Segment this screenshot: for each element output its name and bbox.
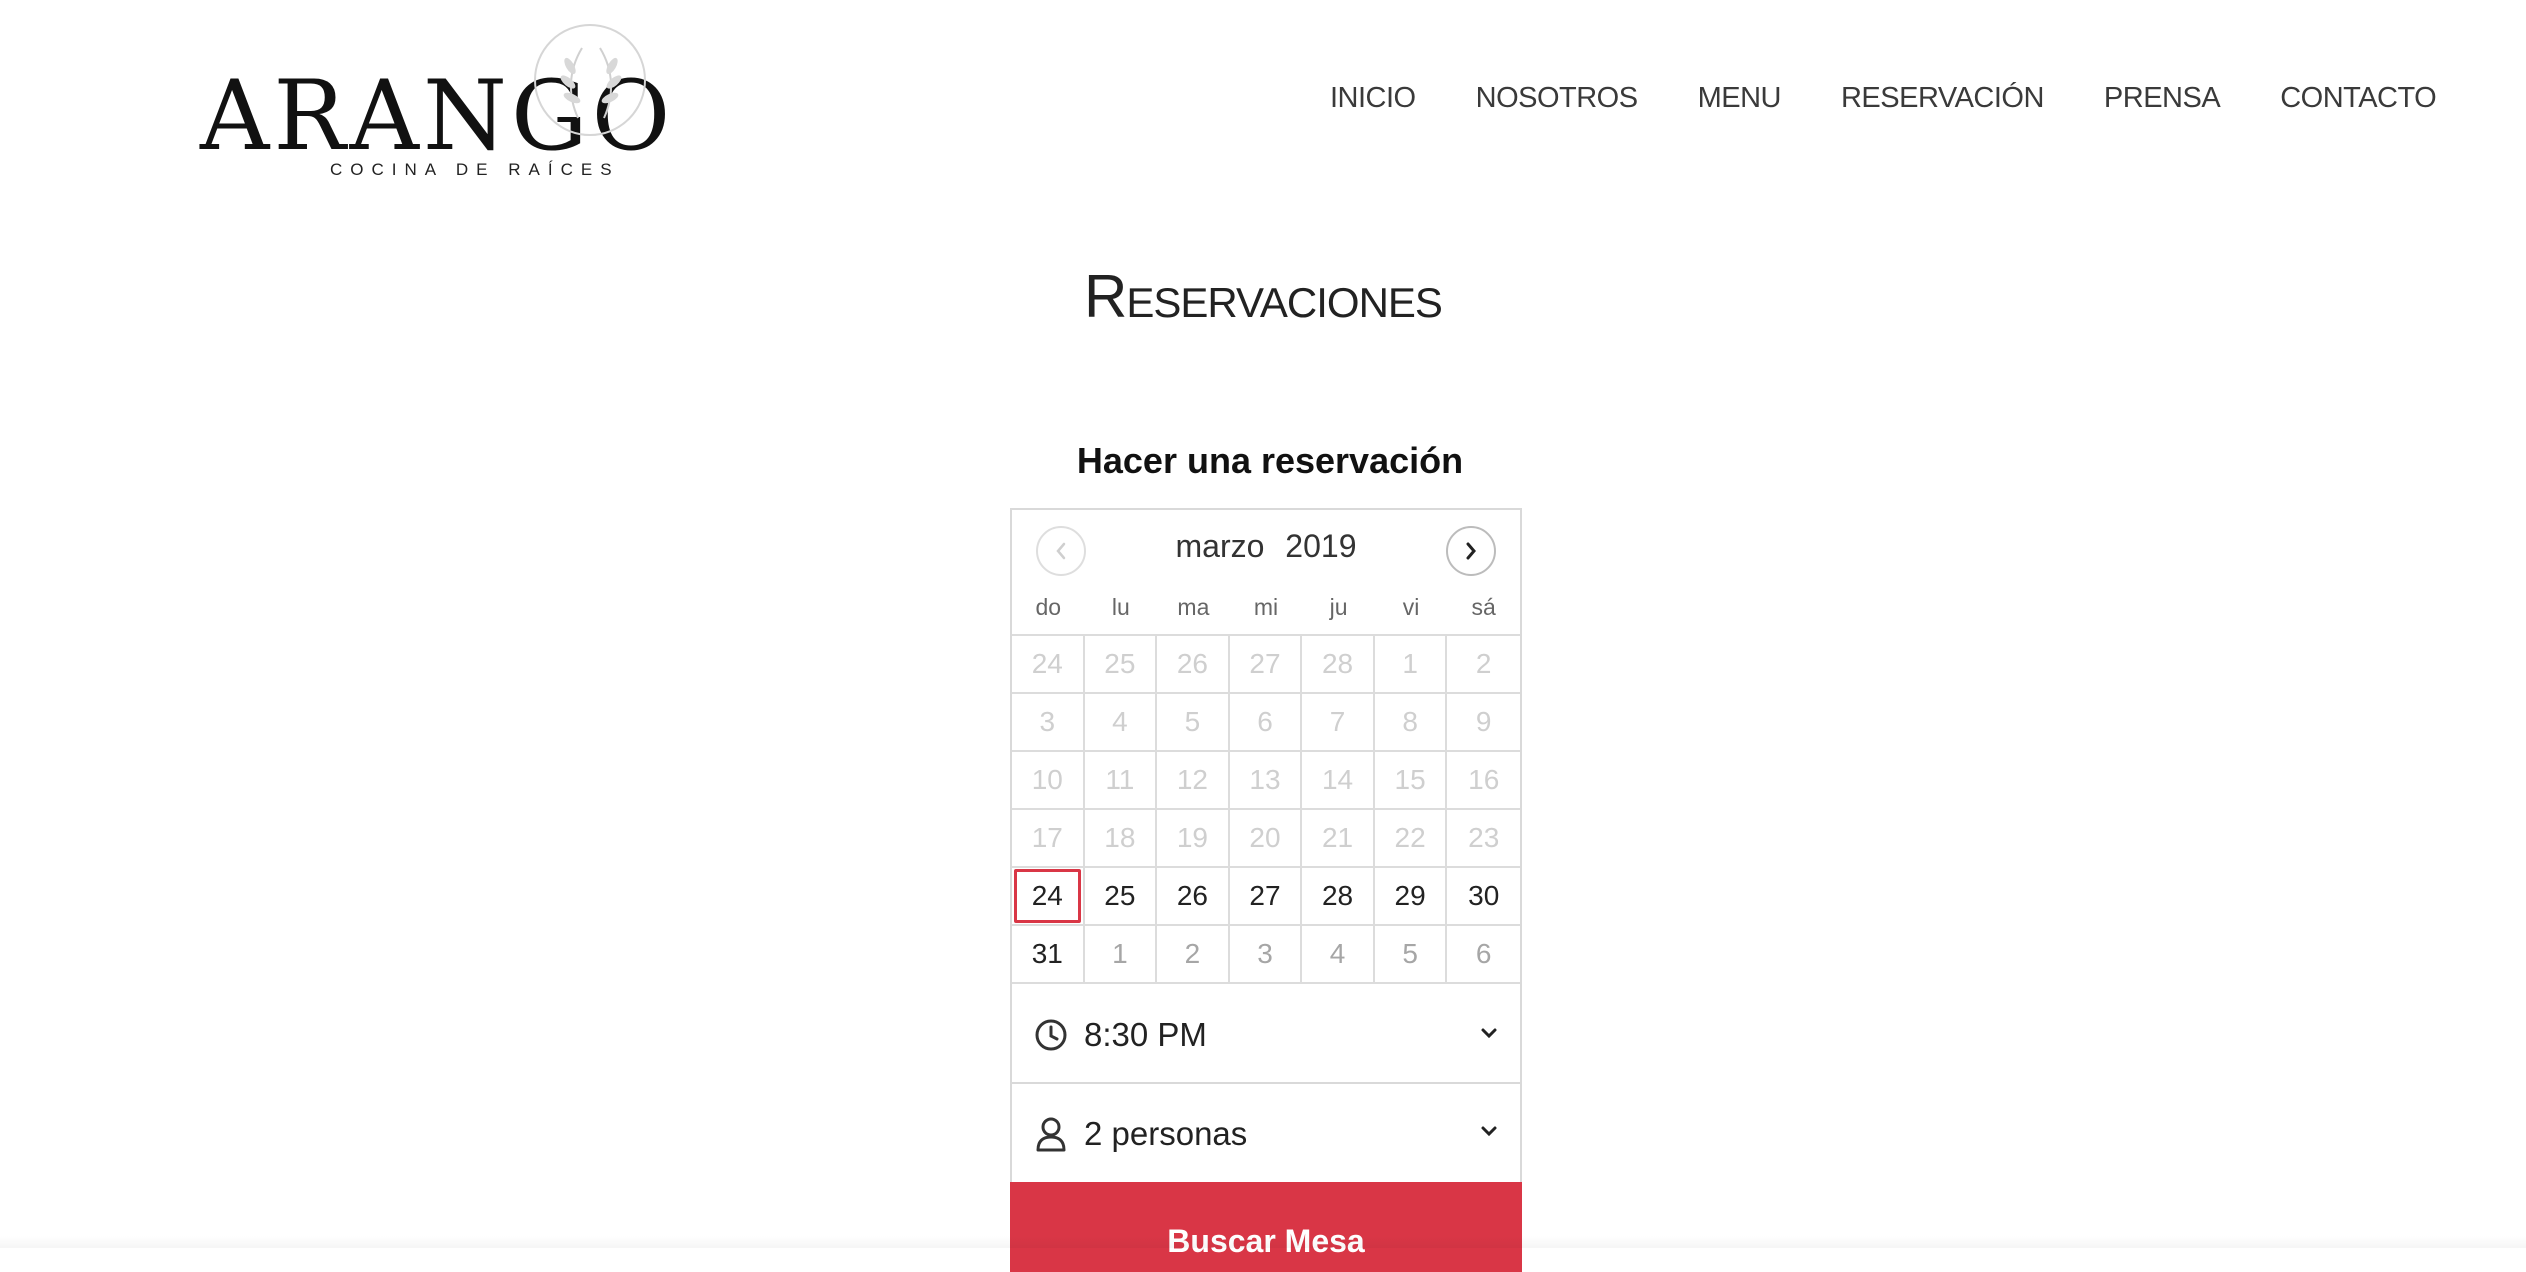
weekday-label: do: [1035, 594, 1062, 620]
calendar-day-disabled: 21: [1302, 810, 1375, 868]
calendar-day-disabled: 5: [1157, 694, 1230, 752]
calendar-day-disabled: 17: [1012, 810, 1085, 868]
calendar-day-disabled: 22: [1374, 810, 1448, 868]
calendar-day-disabled: 19: [1157, 810, 1230, 868]
calendar-day-disabled: 11: [1084, 752, 1158, 810]
calendar-day[interactable]: 30: [1447, 868, 1520, 926]
nav-item-reservacion[interactable]: RESERVACIÓN: [1841, 82, 2044, 115]
calendar-day-disabled: 16: [1447, 752, 1520, 810]
laurel-emblem-icon: [534, 24, 646, 136]
calendar-day-disabled: 20: [1229, 810, 1303, 868]
calendar-day[interactable]: 25: [1084, 868, 1158, 926]
calendar-day-disabled: 23: [1447, 810, 1520, 868]
calendar-day[interactable]: 27: [1229, 868, 1303, 926]
calendar-header: marzo 2019: [1012, 510, 1520, 592]
chevron-down-icon: [1481, 1126, 1497, 1137]
nav-item-prensa[interactable]: PRENSA: [2104, 82, 2221, 115]
weekday-label: mi: [1253, 594, 1279, 620]
calendar-day-disabled: 1: [1374, 636, 1448, 694]
calendar-day-next-month[interactable]: 1: [1084, 926, 1158, 984]
calendar-day-disabled: 6: [1229, 694, 1303, 752]
page-title: Reservaciones: [1084, 263, 1443, 330]
weekday-label: ju: [1329, 594, 1348, 620]
calendar-day-disabled: 2: [1447, 636, 1520, 694]
calendar-month-year: marzo 2019: [1012, 528, 1520, 565]
calendar-day-disabled: 24: [1012, 636, 1085, 694]
clock-icon: [1035, 1019, 1067, 1051]
time-select[interactable]: 8:30 PM: [1012, 988, 1520, 1084]
calendar-day-disabled: 26: [1157, 636, 1230, 694]
nav-item-contacto[interactable]: CONTACTO: [2280, 82, 2437, 115]
chevron-right-icon: [1466, 542, 1476, 560]
time-value: 8:30 PM: [1084, 1016, 1207, 1053]
calendar-day-disabled: 18: [1084, 810, 1158, 868]
calendar-day-disabled: 27: [1229, 636, 1303, 694]
weekday-label: lu: [1111, 594, 1130, 620]
calendar-day-disabled: 28: [1302, 636, 1375, 694]
page-bottom-shadow: [0, 1236, 2526, 1248]
calendar-day-disabled: 13: [1229, 752, 1303, 810]
calendar-day-next-month[interactable]: 4: [1302, 926, 1375, 984]
calendar-day-next-month[interactable]: 2: [1157, 926, 1230, 984]
calendar-day-disabled: 10: [1012, 752, 1085, 810]
reservation-widget: marzo 2019 do lu ma mi ju vi sá 24 25 26…: [1010, 508, 1522, 1272]
calendar-day-disabled: 3: [1012, 694, 1085, 752]
calendar-day[interactable]: 29: [1374, 868, 1448, 926]
calendar-grid: 24 25 26 27 28 1 2 3 4 5 6 7 8 9 10 11 1…: [1012, 634, 1520, 984]
calendar-day-next-month[interactable]: 6: [1447, 926, 1520, 984]
main-nav: INICIO NOSOTROS MENU RESERVACIÓN PRENSA …: [1330, 82, 2437, 115]
calendar-day-selected[interactable]: 24: [1012, 868, 1085, 926]
calendar-day-disabled: 15: [1374, 752, 1448, 810]
logo-tagline: COCINA DE RAÍCES: [330, 160, 620, 179]
calendar-day-disabled: 25: [1084, 636, 1158, 694]
calendar-day[interactable]: 26: [1157, 868, 1230, 926]
calendar-month: marzo: [1175, 528, 1265, 564]
chevron-down-icon: [1481, 1028, 1497, 1039]
next-month-button[interactable]: [1446, 526, 1496, 576]
nav-item-menu[interactable]: MENU: [1698, 82, 1782, 115]
calendar-day-disabled: 8: [1374, 694, 1448, 752]
weekday-header: do lu ma mi ju vi sá: [1012, 594, 1520, 621]
weekday-label: sá: [1471, 594, 1496, 620]
calendar-day-disabled: 4: [1084, 694, 1158, 752]
nav-item-inicio[interactable]: INICIO: [1330, 82, 1416, 115]
calendar-day-next-month[interactable]: 3: [1229, 926, 1303, 984]
calendar-day[interactable]: 31: [1012, 926, 1085, 984]
calendar-day-next-month[interactable]: 5: [1374, 926, 1448, 984]
party-size-select[interactable]: 2 personas: [1012, 1086, 1520, 1182]
party-size-value: 2 personas: [1084, 1115, 1248, 1152]
logo[interactable]: ARANGO COCINA DE RAÍCES: [200, 24, 670, 184]
calendar-day-disabled: 9: [1447, 694, 1520, 752]
search-table-button[interactable]: Buscar Mesa: [1010, 1182, 1522, 1272]
calendar-day-disabled: 14: [1302, 752, 1375, 810]
reservation-heading: Hacer una reservación: [1076, 440, 1464, 481]
calendar-day-disabled: 7: [1302, 694, 1375, 752]
person-icon: [1036, 1117, 1066, 1152]
weekday-label: ma: [1177, 594, 1210, 620]
nav-item-nosotros[interactable]: NOSOTROS: [1476, 82, 1638, 115]
calendar-day-disabled: 12: [1157, 752, 1230, 810]
calendar-year: 2019: [1285, 528, 1357, 564]
calendar-day[interactable]: 28: [1302, 868, 1375, 926]
weekday-label: vi: [1402, 594, 1420, 620]
